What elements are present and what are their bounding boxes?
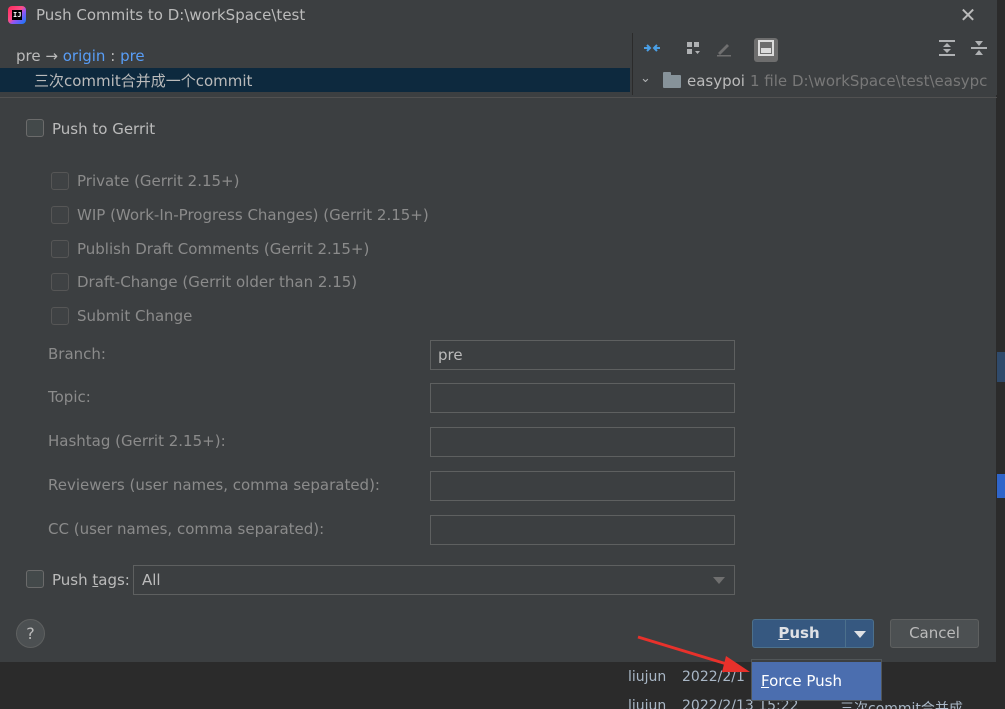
push-button[interactable]: Push — [752, 619, 846, 648]
draft-change-checkbox[interactable] — [51, 273, 69, 291]
topic-label: Topic: — [48, 388, 91, 406]
annotation-arrow-icon — [637, 635, 750, 672]
folder-meta: 1 file D:\workSpace\test\easypc — [750, 72, 988, 90]
cc-field[interactable] — [430, 515, 735, 545]
intellij-idea-icon: IJ — [8, 6, 26, 24]
wip-checkbox[interactable] — [51, 206, 69, 224]
submit-change-checkbox[interactable] — [51, 307, 69, 325]
changes-folder-row[interactable]: ⌄ easypoi 1 file D:\workSpace\test\easyp… — [633, 70, 998, 94]
option-label: WIP (Work-In-Progress Changes) (Gerrit 2… — [77, 206, 429, 224]
dialog-title-bar[interactable]: IJ Push Commits to D:\workSpace\test ✕ — [0, 0, 997, 33]
push-tags-value: All — [142, 571, 161, 589]
remote-branch-link[interactable]: pre — [120, 47, 145, 65]
background-selection — [997, 474, 1005, 498]
dialog-title: Push Commits to D:\workSpace\test — [36, 6, 306, 24]
push-tags-checkbox[interactable] — [26, 570, 44, 588]
publish-draft-comments-checkbox[interactable] — [51, 240, 69, 258]
hashtag-label: Hashtag (Gerrit 2.15+): — [48, 432, 226, 450]
reviewers-label: Reviewers (user names, comma separated): — [48, 476, 380, 494]
log-author: liujun — [628, 698, 667, 709]
push-to-gerrit-checkbox[interactable] — [26, 119, 44, 137]
group-by-icon[interactable] — [682, 38, 706, 62]
local-branch: pre — [16, 47, 41, 65]
hashtag-field[interactable] — [430, 427, 735, 457]
branch-label: Branch: — [48, 345, 106, 363]
push-to-gerrit-label: Push to Gerrit — [52, 120, 156, 138]
option-label: Draft-Change (Gerrit older than 2.15) — [77, 273, 358, 291]
folder-icon — [663, 72, 681, 88]
changes-panel: ⌄ easypoi 1 file D:\workSpace\test\easyp… — [632, 33, 997, 95]
chevron-down-icon — [713, 577, 725, 584]
private-checkbox[interactable] — [51, 172, 69, 190]
option-label: Private (Gerrit 2.15+) — [77, 172, 240, 190]
option-label: Submit Change — [77, 307, 193, 325]
cc-label: CC (user names, comma separated): — [48, 520, 325, 538]
push-tags-label: Push tags: — [52, 571, 130, 589]
branch-value: pre — [438, 346, 463, 364]
collapse-all-icon[interactable] — [967, 38, 991, 62]
branch-separator: : — [110, 47, 116, 65]
push-tags-select[interactable]: All — [133, 565, 735, 595]
cancel-button[interactable]: Cancel — [890, 619, 979, 648]
commit-row[interactable]: 三次commit合并成一个commit — [0, 68, 630, 92]
force-push-menu-item[interactable]: Force Push — [752, 662, 881, 700]
arrow-icon: → — [45, 47, 58, 65]
commit-message: 三次commit合并成一个commit — [34, 72, 253, 90]
background-selection — [997, 352, 1005, 382]
topic-field[interactable] — [430, 383, 735, 413]
commits-panel: pre → origin : pre 三次commit合并成一个commit — [0, 33, 630, 95]
edit-source-icon[interactable] — [712, 38, 736, 62]
help-button[interactable]: ? — [16, 619, 45, 648]
branch-mapping: pre → origin : pre — [16, 47, 145, 65]
option-label: Publish Draft Comments (Gerrit 2.15+) — [77, 240, 370, 258]
background-panel-edge — [997, 0, 1005, 709]
branch-field[interactable]: pre — [430, 340, 735, 370]
panel-divider — [0, 97, 997, 98]
push-options-dropdown[interactable] — [845, 619, 874, 648]
preview-diff-icon[interactable] — [754, 38, 778, 62]
close-icon[interactable]: ✕ — [956, 3, 980, 27]
chevron-down-icon[interactable]: ⌄ — [640, 71, 651, 86]
folder-name: easypoi — [687, 72, 745, 90]
push-commits-dialog: IJ Push Commits to D:\workSpace\test ✕ p… — [0, 0, 997, 662]
expand-all-icon[interactable] — [935, 38, 959, 62]
remote-link[interactable]: origin — [63, 47, 106, 65]
push-options-popup: Force Push — [751, 659, 882, 701]
show-diff-icon[interactable] — [640, 38, 664, 62]
reviewers-field[interactable] — [430, 471, 735, 501]
